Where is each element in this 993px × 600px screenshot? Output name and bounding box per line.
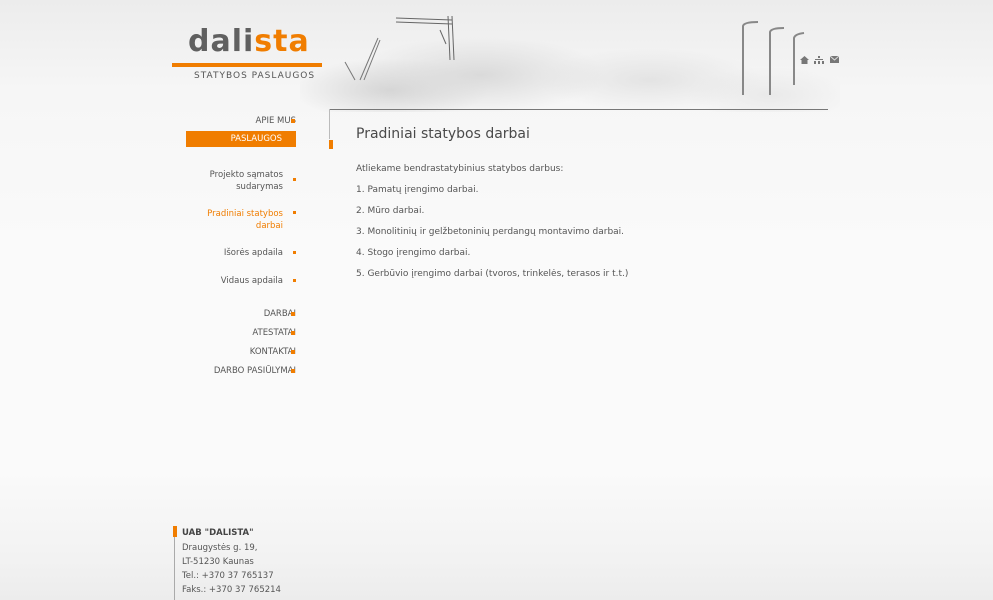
content-top-rule	[329, 109, 828, 110]
content-accent-mark	[329, 140, 333, 149]
subnav-label-line1: Išorės apdaila	[223, 248, 283, 258]
subnav-bullet	[293, 279, 296, 282]
subnav-label-line2: sudarymas	[236, 182, 283, 192]
subnav-bullet	[293, 251, 296, 254]
footer-rule	[174, 537, 175, 600]
logo-text-dark: dali	[188, 24, 255, 59]
subnav-label-line2: darbai	[255, 221, 283, 231]
subnav-vidaus-apdaila[interactable]: Vidaus apdaila	[221, 275, 283, 287]
nav-kontaktai[interactable]: KONTAKTAI	[250, 347, 296, 358]
logo-tagline: STATYBOS PASLAUGOS	[194, 71, 316, 81]
subnav-label-line1: Projekto sąmatos	[209, 170, 283, 180]
content-left-rule	[329, 109, 330, 139]
list-item: 3. Monolitinių ir gelžbetoninių perdangų…	[356, 227, 625, 237]
footer-accent-mark	[173, 526, 177, 537]
footer-phone: Tel.: +370 37 765137	[182, 571, 274, 581]
subnav-projekto-samatos[interactable]: Projekto sąmatos sudarymas	[210, 169, 283, 193]
nav-bullet	[291, 369, 295, 373]
list-item: 1. Pamatų įrengimo darbai.	[356, 185, 479, 195]
footer-company-name: UAB "DALISTA"	[182, 528, 254, 538]
subnav-label-line1: Pradiniai statybos	[207, 209, 283, 219]
nav-darbo-pasiulymai[interactable]: DARBO PASIŪLYMAI	[214, 366, 296, 377]
footer-street: Draugystės g. 19,	[182, 543, 258, 553]
subnav-bullet	[293, 178, 296, 181]
nav-bullet	[291, 350, 295, 354]
header-skyline-art	[300, 0, 840, 112]
subnav-label-line1: Vidaus apdaila	[220, 276, 283, 286]
cranes-and-lamps-illustration	[344, 15, 805, 95]
page-title: Pradiniai statybos darbai	[356, 126, 530, 142]
nav-paslaugos[interactable]: PASLAUGOS	[186, 131, 296, 147]
nav-bullet	[291, 119, 295, 123]
nav-bullet	[291, 331, 295, 335]
content-intro: Atliekame bendrastatybinius statybos dar…	[356, 164, 564, 174]
mail-icon[interactable]	[829, 55, 840, 66]
list-item: 2. Mūro darbai.	[356, 206, 425, 216]
list-item: 5. Gerbūvio įrengimo darbai (tvoros, tri…	[356, 269, 629, 279]
logo-text-orange: sta	[254, 24, 310, 59]
footer-fax: Faks.: +370 37 765214	[182, 585, 281, 595]
subnav-bullet	[293, 211, 296, 214]
sitemap-icon[interactable]	[814, 56, 824, 67]
logo-underline	[172, 63, 322, 67]
subnav-isores-apdaila[interactable]: Išorės apdaila	[224, 247, 283, 259]
nav-atestatai[interactable]: ATESTATAI	[252, 328, 296, 339]
list-item: 4. Stogo įrengimo darbai.	[356, 248, 471, 258]
footer-city: LT-51230 Kaunas	[182, 557, 254, 567]
home-icon[interactable]	[800, 56, 809, 67]
dalista-logo[interactable]: dalista	[188, 24, 310, 60]
nav-apie-mus[interactable]: APIE MUS	[256, 116, 296, 127]
subnav-pradiniai-statybos[interactable]: Pradiniai statybos darbai	[207, 208, 283, 232]
nav-bullet	[291, 312, 295, 316]
